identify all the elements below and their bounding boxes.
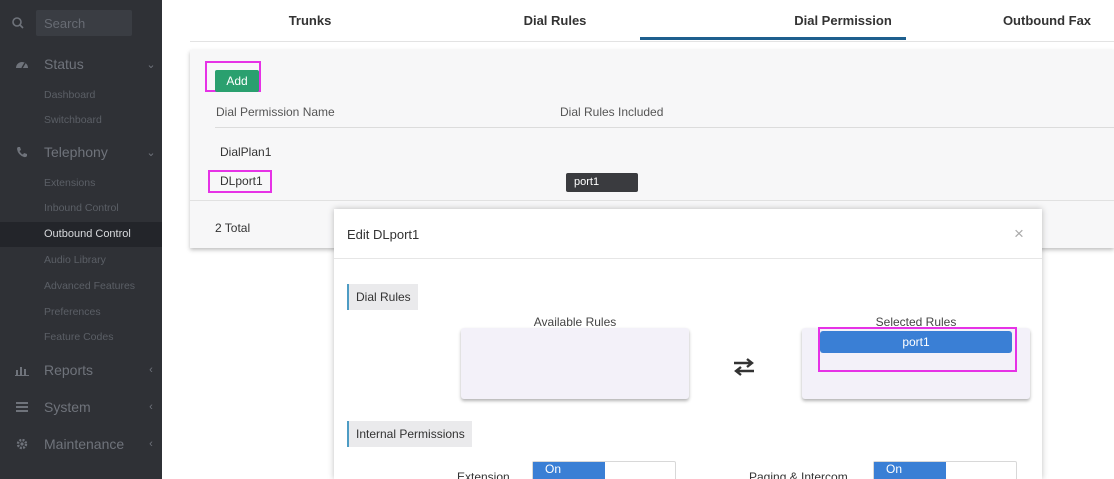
edit-modal: Edit DLport1 × Dial Rules Available Rule… <box>334 209 1042 479</box>
nav-group-system[interactable]: System ‹ <box>0 392 162 422</box>
search-input[interactable] <box>36 10 132 36</box>
sidebar-item-advanced-features[interactable]: Advanced Features <box>0 274 162 299</box>
section-internal-permissions: Internal Permissions <box>347 421 472 447</box>
extension-toggle[interactable]: On <box>532 461 676 479</box>
tab-dial-permission[interactable]: Dial Permission <box>710 0 976 42</box>
sidebar-item-audio-library[interactable]: Audio Library <box>0 248 162 273</box>
chevron-left-icon: ‹ <box>149 364 153 376</box>
chevron-down-icon: ⌄ <box>146 58 156 71</box>
header-divider <box>215 127 1114 128</box>
sidebar-item-preferences[interactable]: Preferences <box>0 300 162 325</box>
highlight-box <box>818 327 1017 372</box>
nav-group-status[interactable]: Status ⌄ <box>0 49 162 79</box>
nav-group-maintenance[interactable]: Maintenance ‹ <box>0 429 162 459</box>
tab-trunks[interactable]: Trunks <box>190 0 430 42</box>
nav-group-label: Status <box>44 56 84 72</box>
chevron-left-icon: ‹ <box>149 401 153 413</box>
active-tab-indicator <box>640 37 906 40</box>
nav-group-label: Telephony <box>44 144 108 160</box>
table-row-name[interactable]: DLport1 <box>220 174 263 188</box>
nav-group-telephony[interactable]: Telephony ⌄ <box>0 137 162 167</box>
permission-label: Extension <box>457 470 510 479</box>
toggle-on[interactable]: On <box>533 462 605 479</box>
rule-chip: port1 <box>566 173 638 192</box>
search-row <box>0 8 162 38</box>
sidebar-item-feature-codes[interactable]: Feature Codes <box>0 325 162 350</box>
nav-group-label: System <box>44 399 91 415</box>
list-icon <box>0 392 44 422</box>
sidebar: Status ⌄ Dashboard Switchboard Telephony… <box>0 0 162 479</box>
sidebar-item-extensions[interactable]: Extensions <box>0 171 162 196</box>
sidebar-item-outbound-control[interactable]: Outbound Control <box>0 222 162 247</box>
available-rules-list[interactable] <box>461 328 689 399</box>
add-button[interactable]: Add <box>215 70 259 92</box>
gear-icon <box>0 429 44 459</box>
swap-arrows-icon[interactable] <box>731 355 757 379</box>
permission-label: Paging & Intercom <box>749 470 848 479</box>
dashboard-icon <box>0 49 44 79</box>
total-count: 2 Total <box>215 221 251 235</box>
toggle-on[interactable]: On <box>874 462 946 479</box>
paging-intercom-toggle[interactable]: On <box>873 461 1017 479</box>
nav-group-label: Maintenance <box>44 436 125 452</box>
close-icon[interactable]: × <box>1014 225 1024 242</box>
modal-divider <box>334 258 1042 259</box>
column-header-rules: Dial Rules Included <box>560 105 664 119</box>
sidebar-item-inbound-control[interactable]: Inbound Control <box>0 196 162 221</box>
search-icon[interactable] <box>0 8 36 38</box>
chevron-left-icon: ‹ <box>149 438 153 450</box>
modal-title: Edit DLport1 <box>347 227 420 242</box>
nav-group-reports[interactable]: Reports ‹ <box>0 355 162 385</box>
bar-chart-icon <box>0 355 44 385</box>
table-row-name[interactable]: DialPlan1 <box>220 145 271 159</box>
available-rules-label: Available Rules <box>533 315 617 329</box>
sidebar-item-dashboard[interactable]: Dashboard <box>0 83 162 108</box>
footer-divider <box>190 200 1114 201</box>
nav-group-label: Reports <box>44 362 94 378</box>
chevron-down-icon: ⌄ <box>146 146 156 159</box>
tab-dial-rules[interactable]: Dial Rules <box>440 0 670 42</box>
sidebar-item-switchboard[interactable]: Switchboard <box>0 108 162 133</box>
tab-outbound-fax[interactable]: Outbound Fax <box>980 0 1114 42</box>
column-header-name: Dial Permission Name <box>216 105 335 119</box>
phone-icon <box>0 137 44 167</box>
section-dial-rules: Dial Rules <box>347 284 418 310</box>
tab-bar: Trunks Dial Rules Dial Permission Outbou… <box>190 0 1114 42</box>
